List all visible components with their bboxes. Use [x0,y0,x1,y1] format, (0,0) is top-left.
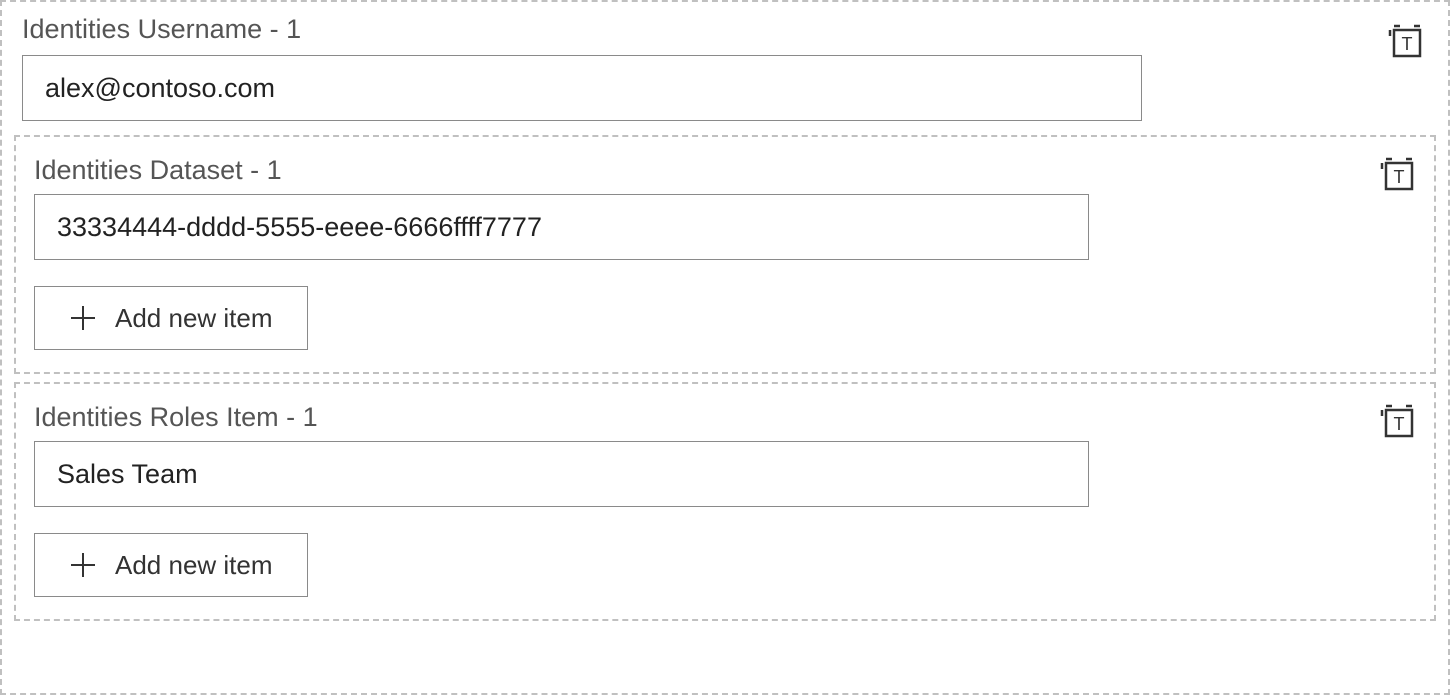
dataset-label: Identities Dataset - 1 [34,155,1416,186]
identities-panel: T Identities Username - 1 T Identities D… [0,0,1450,695]
username-input[interactable] [22,55,1142,121]
text-type-icon[interactable]: T [1380,404,1416,440]
plus-icon [69,304,97,332]
svg-text:T: T [1394,167,1405,187]
svg-text:T: T [1402,34,1413,54]
roles-input[interactable] [34,441,1089,507]
dataset-input[interactable] [34,194,1089,260]
add-dataset-item-button[interactable]: Add new item [34,286,308,350]
add-dataset-label: Add new item [115,303,273,334]
plus-icon [69,551,97,579]
svg-text:T: T [1394,414,1405,434]
dataset-section: T Identities Dataset - 1 Add new item [14,135,1436,374]
text-type-icon[interactable]: T [1388,24,1424,60]
add-roles-label: Add new item [115,550,273,581]
roles-section: T Identities Roles Item - 1 Add new item [14,382,1436,621]
roles-label: Identities Roles Item - 1 [34,402,1416,433]
text-type-icon[interactable]: T [1380,157,1416,193]
username-section: Identities Username - 1 [14,14,1436,129]
username-label: Identities Username - 1 [22,14,1436,45]
add-roles-item-button[interactable]: Add new item [34,533,308,597]
